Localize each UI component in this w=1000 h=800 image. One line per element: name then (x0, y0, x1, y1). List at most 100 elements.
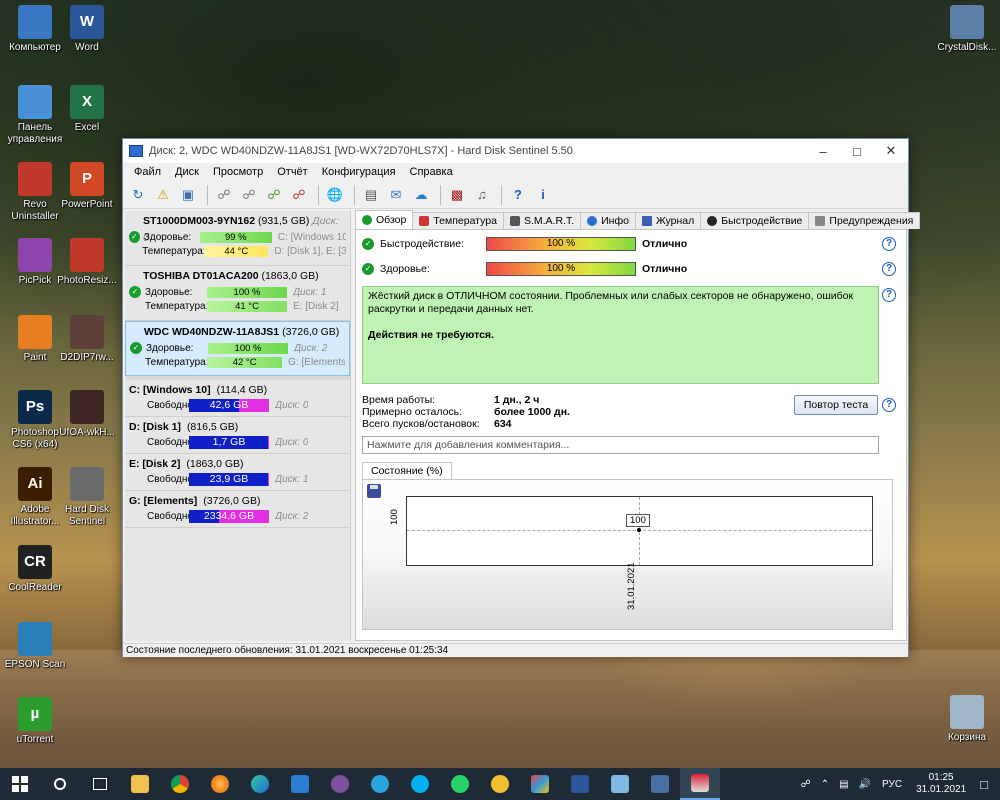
info-icon (587, 216, 598, 226)
tab-alerts[interactable]: Предупреждения (808, 212, 921, 229)
health-bar: 100 % (207, 286, 287, 298)
volume-entry-1[interactable]: D: [Disk 1] (816,5 GB) Свободно 1,7 GB Ди… (125, 417, 350, 454)
start-button[interactable] (0, 768, 40, 800)
disk-entry-0[interactable]: ST1000DM003-9YN162 (931,5 GB) Диск: 0 ✓ … (125, 211, 350, 266)
desktop-icon[interactable]: W Word (54, 5, 120, 54)
volume-icon[interactable]: 🔊 (859, 779, 871, 790)
notepad-icon[interactable] (600, 768, 640, 800)
warning-icon[interactable]: ⚠ (152, 184, 174, 206)
free-label: Свободно (147, 510, 193, 522)
desktop-icon[interactable]: PhotoResiz... (54, 238, 120, 287)
skype-icon[interactable] (400, 768, 440, 800)
desktop-icon[interactable]: µ uTorrent (2, 697, 68, 746)
viber-icon[interactable] (320, 768, 360, 800)
document-icon[interactable]: ▤ (360, 184, 382, 206)
hard-disk-sentinel-taskbar-icon[interactable] (680, 768, 720, 800)
performance-row: ✓ Быстродействие: 100 % Отлично (362, 236, 687, 252)
health-volumes: Диск: 1 (293, 286, 327, 298)
clock[interactable]: 01:25 31.01.2021 (916, 772, 966, 796)
minimize-button[interactable]: – (806, 139, 840, 163)
app-icon (950, 695, 984, 729)
menu-bar: Файл Диск Просмотр Отчёт Конфигурация Сп… (123, 163, 908, 181)
tab-log[interactable]: Журнал (634, 212, 702, 229)
menu-help[interactable]: Справка (403, 166, 460, 178)
comment-input[interactable]: Нажмите для добавления комментария... (362, 436, 879, 454)
menu-disk[interactable]: Диск (168, 166, 206, 178)
toolbar-separator (207, 184, 208, 205)
health-volumes: C: [Windows 10], (277, 231, 346, 243)
menu-config[interactable]: Конфигурация (315, 166, 403, 178)
refresh-icon[interactable]: ↻ (127, 184, 149, 206)
network-icon[interactable]: ☁ (410, 184, 432, 206)
search-icon[interactable] (40, 768, 80, 800)
volume-entry-3[interactable]: G: [Elements] (3726,0 GB) Свободно 2334,6… (125, 491, 350, 528)
menu-view[interactable]: Просмотр (206, 166, 270, 178)
tab-overview[interactable]: Обзор (355, 210, 414, 229)
help-icon[interactable]: ? (882, 288, 896, 302)
info-icon[interactable]: i (532, 184, 554, 206)
app-icon (950, 5, 984, 39)
volume-entry-0[interactable]: C: [Windows 10] (114,4 GB) Свободно 42,6 … (125, 380, 350, 417)
satellite-check-icon[interactable]: ☍ (238, 184, 260, 206)
task-view-icon[interactable] (80, 768, 120, 800)
whatsapp-icon[interactable] (440, 768, 480, 800)
tab-performance[interactable]: Быстродействие (700, 212, 810, 229)
desktop-icon[interactable]: Корзина (934, 695, 1000, 744)
chart-icon[interactable]: ▩ (446, 184, 468, 206)
firefox-icon[interactable] (200, 768, 240, 800)
tab-temperature[interactable]: Температура (412, 212, 504, 229)
file-explorer-icon[interactable] (120, 768, 160, 800)
desktop-icon[interactable]: D2DIP7rw... (54, 315, 120, 364)
telegram-icon[interactable] (360, 768, 400, 800)
desktop-icon[interactable]: P PowerPoint (54, 162, 120, 211)
help-icon[interactable]: ? (882, 237, 896, 251)
help-icon[interactable]: ? (882, 398, 896, 412)
desktop-icon[interactable]: CR CoolReader (2, 545, 68, 594)
satellite-red-icon[interactable]: ☍ (288, 184, 310, 206)
retest-button[interactable]: Повтор теста (794, 395, 878, 415)
app-icon: Ai (18, 467, 52, 501)
globe-icon[interactable]: 🌐 (324, 184, 346, 206)
word-icon[interactable] (560, 768, 600, 800)
satellite-icon[interactable]: ☍ (213, 184, 235, 206)
disk-entry-2-selected[interactable]: WDC WD40NDZW-11A8JS1 (3726,0 GB) ✓ Здоро… (125, 321, 350, 376)
speaker-icon[interactable]: ♫ (471, 184, 493, 206)
desktop-icon[interactable]: Hard Disk Sentinel (54, 467, 120, 528)
chevron-up-icon[interactable]: ⌃ (821, 779, 829, 790)
monitor-icon[interactable]: ▣ (177, 184, 199, 206)
desktop-icon[interactable]: CrystalDisk... (934, 5, 1000, 54)
language-indicator[interactable]: РУС (882, 779, 902, 790)
tab-info[interactable]: Инфо (580, 212, 636, 229)
save-icon[interactable] (367, 484, 381, 498)
tab-smart[interactable]: S.M.A.R.T. (502, 212, 582, 229)
close-button[interactable]: ✕ (874, 139, 908, 163)
edge-icon[interactable] (240, 768, 280, 800)
desktop-icon[interactable]: EPSON Scan (2, 622, 68, 671)
volume-entry-2[interactable]: E: [Disk 2] (1863,0 GB) Свободно 23,9 GB … (125, 454, 350, 491)
disk-list-pane: ST1000DM003-9YN162 (931,5 GB) Диск: 0 ✓ … (125, 211, 351, 641)
temp-bar: 44 °C (204, 245, 269, 257)
journal-icon (641, 216, 652, 226)
help-icon[interactable]: ? (882, 262, 896, 276)
chrome-icon[interactable] (160, 768, 200, 800)
disk-entry-1[interactable]: TOSHIBA DT01ACA200 (1863,0 GB) ✓ Здоровь… (125, 266, 350, 321)
warning-app-icon[interactable] (480, 768, 520, 800)
outlook-icon[interactable] (280, 768, 320, 800)
menu-report[interactable]: Отчёт (270, 166, 314, 178)
network-icon[interactable]: ▤ (839, 779, 848, 790)
usb-icon[interactable]: ☍ (801, 779, 811, 790)
paint-icon[interactable] (520, 768, 560, 800)
notifications-icon[interactable]: □ (980, 777, 988, 792)
title-bar[interactable]: Диск: 2, WDC WD40NDZW-11A8JS1 [WD-WX72D7… (123, 139, 908, 163)
chart-tab-health[interactable]: Состояние (%) (362, 462, 452, 480)
free-space-value: 23,9 GB (209, 472, 249, 485)
desktop-icon[interactable]: UfOA-wkH... (54, 390, 120, 439)
maximize-button[interactable]: □ (840, 139, 874, 163)
send-report-icon[interactable]: ✉ (385, 184, 407, 206)
calculator-icon[interactable] (640, 768, 680, 800)
desktop-icon[interactable]: X Excel (54, 85, 120, 134)
help-icon[interactable]: ? (507, 184, 529, 206)
satellite-green-icon[interactable]: ☍ (263, 184, 285, 206)
menu-file[interactable]: Файл (127, 166, 168, 178)
details-pane: Обзор Температура S.M.A.R.T. Инфо Журнал… (355, 210, 921, 641)
